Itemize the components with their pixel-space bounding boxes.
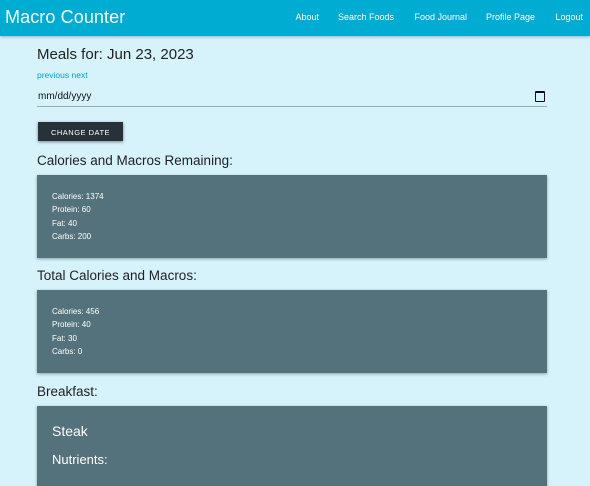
app-title[interactable]: Macro Counter — [5, 7, 125, 28]
remaining-section-title: Calories and Macros Remaining: — [37, 153, 233, 168]
totals-section-title: Total Calories and Macros: — [37, 268, 197, 283]
total-calories: Calories: 456 — [52, 307, 100, 316]
breakfast-food-card: Steak Nutrients: — [37, 406, 547, 486]
totals-card: Calories: 456 Protein: 40 Fat: 30 Carbs:… — [37, 290, 547, 373]
food-name: Steak — [52, 423, 88, 439]
navbar: Macro Counter About Search Foods Food Jo… — [0, 0, 590, 36]
remaining-carbs: Carbs: 200 — [52, 232, 92, 241]
nav-logout-link[interactable]: Logout — [555, 12, 583, 22]
date-input-placeholder: mm/dd/yyyy — [38, 91, 92, 102]
nav-about-link[interactable]: About — [295, 12, 319, 22]
nav-profile-page-link[interactable]: Profile Page — [486, 12, 535, 22]
page-title: Meals for: Jun 23, 2023 — [37, 46, 194, 63]
remaining-card: Calories: 1374 Protein: 60 Fat: 40 Carbs… — [37, 175, 547, 258]
total-protein: Protein: 40 — [52, 320, 91, 329]
previous-day-link[interactable]: previous — [37, 70, 69, 80]
remaining-protein: Protein: 60 — [52, 205, 91, 214]
remaining-fat: Fat: 40 — [52, 219, 77, 228]
nutrients-label: Nutrients: — [52, 452, 108, 467]
total-fat: Fat: 30 — [52, 334, 77, 343]
breakfast-section-title: Breakfast: — [37, 384, 98, 399]
total-carbs: Carbs: 0 — [52, 347, 83, 356]
day-navigation: previous next — [37, 70, 88, 80]
nav-food-journal-link[interactable]: Food Journal — [414, 12, 467, 22]
next-day-link[interactable]: next — [72, 70, 88, 80]
calendar-icon[interactable] — [535, 91, 545, 102]
date-input[interactable]: mm/dd/yyyy — [37, 88, 547, 107]
nav-search-foods-link[interactable]: Search Foods — [338, 12, 394, 22]
remaining-calories: Calories: 1374 — [52, 192, 104, 201]
change-date-button[interactable]: CHANGE DATE — [38, 122, 123, 141]
